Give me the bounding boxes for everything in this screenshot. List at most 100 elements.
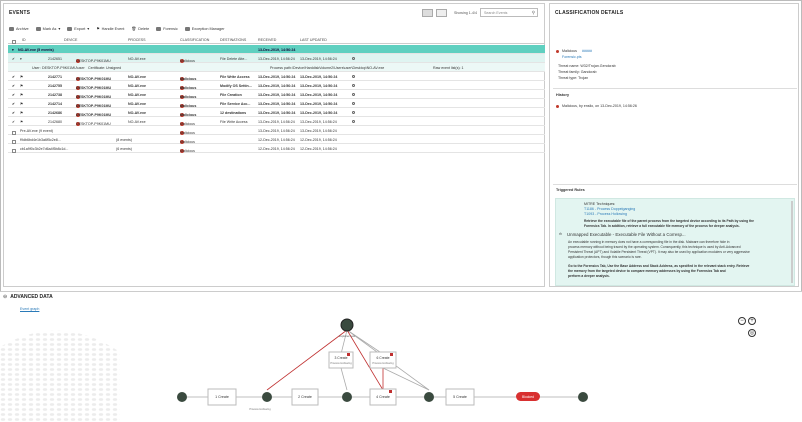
table-row-group[interactable]: f9db6bd4e1b3a6f5c2e8... (8 events) Malic… [8,135,545,144]
archive-icon [9,26,14,31]
flag-icon: ⚑ [96,27,100,31]
svg-text:5 Create: 5 Create [453,395,467,399]
forensic-icon [156,26,162,31]
exception-manager-button[interactable]: Exception Manager [184,26,224,31]
table-row-group[interactable]: cb1a9f0c3b2e7d6a4f5b8c1d... (6 events) M… [8,144,545,153]
table-row[interactable]: ✔ ⚑ 2142755 DESKTOP-P9K01MU NO-AV.exe Mal… [8,81,545,90]
event-graph-link[interactable]: Event graph [20,307,39,311]
check-icon[interactable]: ✔ [12,102,15,106]
status-icon [352,101,355,105]
col-classification[interactable]: CLASSIFICATION [180,38,209,42]
triggered-rules-list[interactable]: MITRE Techniques: T1186 - Process Doppel… [555,198,795,286]
graph-node[interactable] [177,392,187,402]
table-row[interactable]: ✔ ⚑ 2142771 DESKTOP-P9K01MU NO-AV.exe Mal… [8,72,545,81]
col-last-updated[interactable]: LAST UPDATED [300,38,327,42]
search-placeholder: Search Events [484,11,508,15]
flag-icon: ⚑ [20,74,24,79]
table-row[interactable]: ✔ ⚑ 2142738 DESKTOP-P9K01MU NO-AV.exe Mal… [8,90,545,99]
check-icon[interactable]: ✔ [12,75,15,79]
advanced-data-header: ⊖ ADVANCED DATA [3,294,53,300]
export-button[interactable]: Export ▾ [67,26,89,31]
col-destinations[interactable]: DESTINATIONS [220,38,246,42]
row-checkbox[interactable] [12,149,16,153]
expand-icon[interactable]: ▾ [20,57,22,61]
flag-icon: ⚑ [20,92,24,97]
flag-icon: ⚑ [20,119,24,124]
threat-name: Threat name: W32/Trojan.Gendcrab [558,64,616,68]
classification-tag: ##### [582,49,592,53]
col-device[interactable]: DEVICE [64,38,77,42]
svg-text:3 Create: 3 Create [334,356,347,360]
check-icon[interactable]: ✔ [12,84,15,88]
events-toolbar-right: Showing 1-4/4 Search Events ⚲ [422,8,538,17]
forensic-button[interactable]: Forensic [156,26,178,31]
row-checkbox[interactable] [12,131,16,135]
graph-action-box[interactable]: 2 Create [291,388,319,406]
malicious-icon [556,50,559,53]
handle-event-button[interactable]: ⚑ Handle Event [96,26,124,32]
status-icon [352,56,355,60]
svg-text:Process Hollowing: Process Hollowing [372,361,394,365]
delete-icon: 🗑 [131,27,137,31]
scrollbar[interactable] [791,201,793,283]
flag-icon: ⚑ [20,83,24,88]
search-events-input[interactable]: Search Events ⚲ [480,8,538,17]
list-view-button[interactable] [436,8,448,17]
svg-text:Process Hollowing: Process Hollowing [330,361,352,365]
history-label: History [556,93,570,97]
table-row[interactable]: ✔ ⚑ 2142680 DESKTOP-P9K01MU NO-AV.exe Mal… [8,117,545,126]
search-icon[interactable]: ⚲ [532,10,535,16]
table-row-group[interactable]: Pre-AV.exe (9 event) Malicious 13-Dec-20… [8,126,545,135]
table-row-details: User: DESKTOP-P9K01MU\user Certificate: … [8,63,545,72]
svg-text:2 Create: 2 Create [298,395,312,399]
row-checkbox[interactable] [12,140,16,144]
collapse-icon[interactable]: ⊖ [3,294,7,300]
zoom-out-button[interactable]: − [738,317,746,325]
graph-action-box[interactable]: 5 Create [445,388,475,406]
col-id[interactable]: ID [22,38,26,42]
check-icon[interactable]: ✔ [12,120,15,124]
table-row[interactable]: ✔ ⚑ 2142686 DESKTOP-P9K01MU NO-AV.exe Mal… [8,108,545,117]
collapse-icon[interactable]: ▾ [12,48,14,52]
grid-view-button[interactable] [422,8,434,17]
table-row[interactable]: ✔ ⚑ 2142714 DESKTOP-P9K01MU NO-AV.exe Mal… [8,99,545,108]
chevron-down-icon: ▾ [58,27,61,31]
col-process[interactable]: PROCESS [128,38,146,42]
svg-text:1 Create: 1 Create [215,395,229,399]
delete-button[interactable]: 🗑 Delete [131,26,149,32]
by-link[interactable]: Forensic.pts [562,55,582,59]
archive-button[interactable]: Archive [9,26,29,31]
expand-rule-icon[interactable]: ⊖ [559,232,562,236]
graph-action-box[interactable]: 3 Create Process Hollowing [328,351,354,369]
graph-node[interactable] [578,392,588,402]
fit-view-button[interactable]: ◎ [748,329,756,337]
check-icon[interactable]: ✔ [12,111,15,115]
malicious-icon [556,105,559,108]
graph-node[interactable] [262,392,272,402]
events-grid-header: ID DEVICE PROCESS CLASSIFICATION DESTINA… [8,36,545,44]
check-icon[interactable]: ✔ [12,93,15,97]
mitre-link[interactable]: T1093 - Process Hollowing [584,212,627,216]
graph-action-box[interactable]: 6 Create Process Hollowing [369,351,397,369]
triggered-rules-label: Triggered Rules [556,188,585,192]
rule-title[interactable]: Unmapped Executable - Executable File Wi… [567,232,686,237]
graph-blocked-node[interactable]: Blocked [516,392,540,401]
table-row-group[interactable]: ▾ NO-AV.exe (5 events) 13-Dec-2019, 14:5… [8,45,545,54]
col-received[interactable]: RECEIVED [258,38,276,42]
graph-action-box[interactable]: 4 Create [369,388,397,406]
svg-text:6 Create: 6 Create [376,356,389,360]
graph-action-box[interactable]: 1 Create [207,388,237,406]
table-row-selected[interactable]: ✔ ▾ 2142651 DESKTOP-P9K01MU NO-AV.exe Ma… [8,54,545,63]
graph-node[interactable] [424,392,434,402]
advanced-data-panel: explorer.exe 1 Create 2 Create 4 Create … [0,291,802,422]
check-icon[interactable]: ✔ [12,57,15,61]
graph-node[interactable]: explorer.exe [339,318,356,338]
mark-as-button[interactable]: Mark As ▾ [35,26,61,31]
showing-count: Showing 1-4/4 [454,10,477,15]
status-icon [352,119,355,123]
details-title: CLASSIFICATION DETAILS [555,10,624,16]
flag-icon: ⚑ [20,101,24,106]
zoom-in-button[interactable]: + [748,317,756,325]
mitre-link[interactable]: T1186 - Process Doppelganging [584,207,635,211]
graph-node[interactable] [342,392,352,402]
